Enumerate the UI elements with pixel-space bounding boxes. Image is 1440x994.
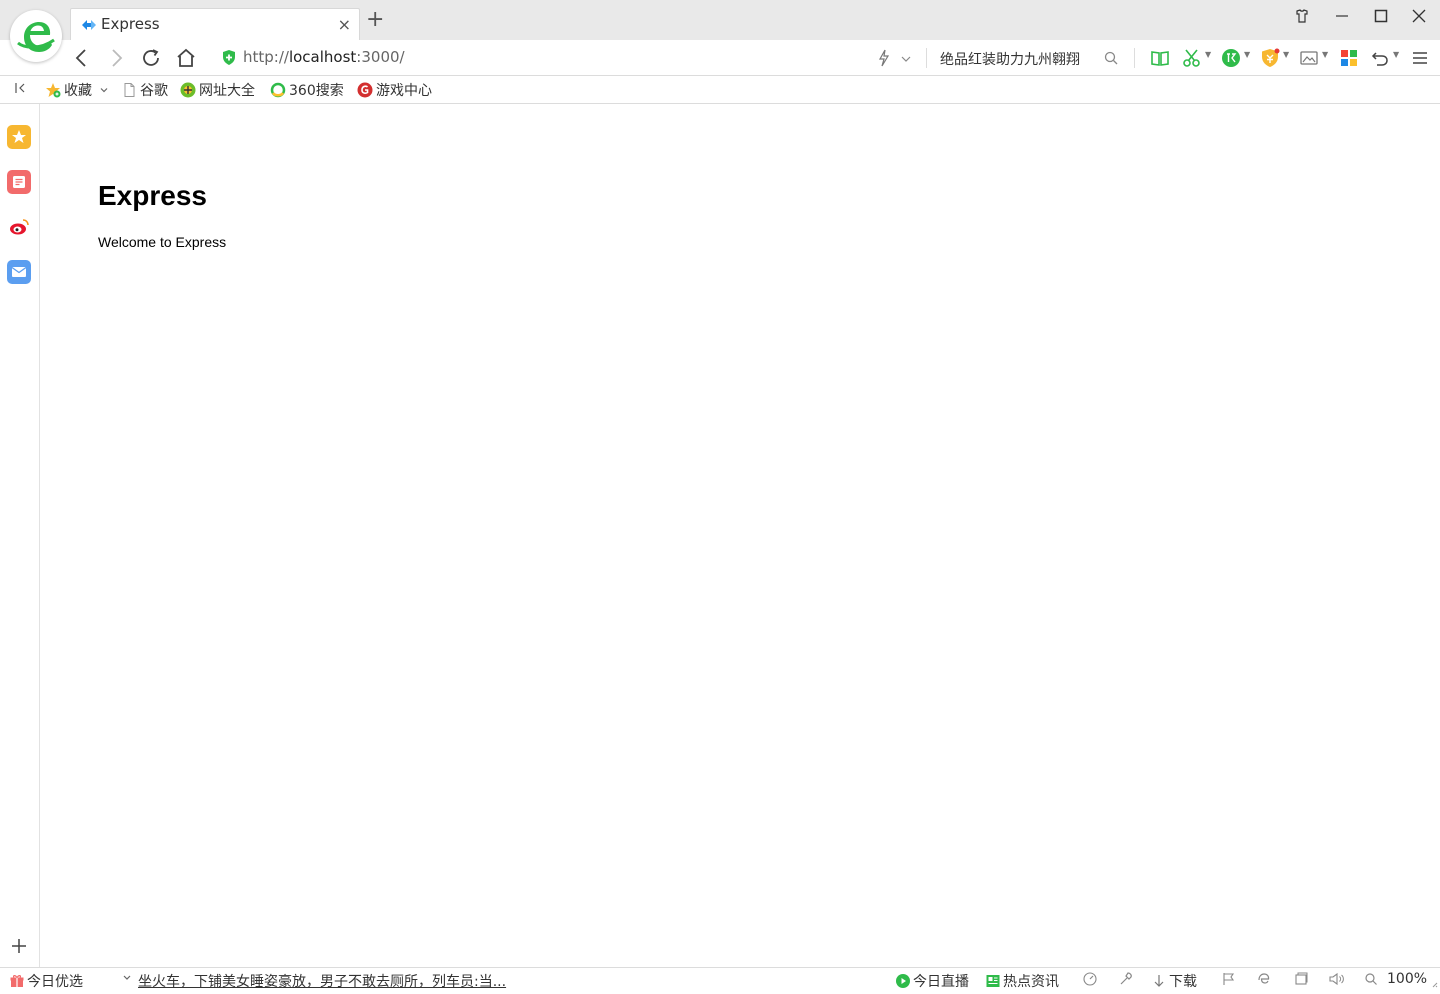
play-icon — [896, 974, 910, 988]
divider — [1134, 48, 1135, 68]
sidebar-news-icon[interactable] — [7, 170, 31, 194]
url-text: http://localhost:3000/ — [243, 48, 405, 66]
maximize-button[interactable] — [1367, 8, 1395, 32]
reading-mode-icon[interactable] — [1150, 48, 1170, 68]
navigation-bar: http://localhost:3000/ 绝品红装助力九州翱翔 ▼ ▼ ▼ … — [0, 40, 1440, 76]
address-bar[interactable]: http://localhost:3000/ — [214, 44, 926, 72]
hao360-icon — [180, 82, 196, 98]
page-welcome-text: Welcome to Express — [98, 234, 227, 250]
forward-button[interactable] — [104, 46, 128, 70]
url-host: localhost — [288, 48, 357, 66]
daily-pick-label: 今日优选 — [27, 974, 83, 990]
secure-shield-icon — [222, 50, 236, 65]
toggle-sidebar-button[interactable] — [12, 80, 28, 100]
news-icon — [986, 974, 1000, 988]
game-center-icon — [357, 82, 373, 98]
page-icon — [121, 82, 137, 98]
bookmark-label: 360搜索 — [289, 83, 344, 99]
page-content: Express Welcome to Express — [40, 104, 1440, 967]
sidebar-add-icon[interactable] — [7, 934, 31, 958]
chevron-down-icon — [101, 88, 108, 93]
menu-icon[interactable] — [1411, 48, 1429, 68]
home-button[interactable] — [174, 46, 198, 70]
tab-title: Express — [101, 15, 160, 33]
reload-button[interactable] — [139, 46, 163, 70]
back-button[interactable] — [70, 46, 94, 70]
translate-icon[interactable] — [1221, 48, 1241, 68]
image-tool-dropdown-icon[interactable]: ▼ — [1322, 50, 1328, 59]
download-button[interactable]: 下载 — [1152, 971, 1197, 991]
live-label: 今日直播 — [913, 974, 969, 990]
bookmark-favorites[interactable]: 收藏 — [45, 80, 109, 100]
news-dropdown-icon[interactable] — [122, 971, 132, 989]
url-dropdown-icon[interactable] — [900, 48, 912, 68]
sound-icon[interactable] — [1328, 971, 1346, 991]
apps-grid-icon[interactable] — [1340, 48, 1358, 68]
bookmark-label: 网址大全 — [199, 83, 255, 99]
tools-icon[interactable] — [1118, 971, 1134, 991]
screenshot-dropdown-icon[interactable]: ▼ — [1205, 50, 1211, 59]
bookmark-so360[interactable]: 360搜索 — [270, 80, 344, 100]
browser-logo-icon[interactable] — [10, 10, 62, 62]
title-bar: Express × + — [0, 0, 1440, 62]
daily-pick-button[interactable]: 今日优选 — [10, 971, 83, 991]
page-heading: Express — [98, 180, 207, 211]
bookmark-favorites-label: 收藏 — [64, 83, 92, 99]
so360-icon — [270, 82, 286, 98]
image-tool-icon[interactable] — [1299, 48, 1319, 68]
sidebar-mail-icon[interactable] — [7, 260, 31, 284]
resize-grip-icon[interactable] — [1430, 978, 1438, 994]
hot-news-label: 热点资讯 — [1003, 974, 1059, 990]
flag-icon[interactable] — [1222, 971, 1236, 991]
zoom-level[interactable]: 100% — [1387, 971, 1427, 987]
search-icon[interactable] — [1103, 48, 1119, 68]
gift-icon — [10, 974, 24, 988]
tab-close-button[interactable]: × — [338, 15, 351, 34]
translate-dropdown-icon[interactable]: ▼ — [1244, 50, 1250, 59]
ie-compat-icon[interactable] — [1256, 971, 1272, 991]
security-shield-icon[interactable] — [1260, 48, 1280, 68]
divider — [926, 48, 927, 68]
bookmark-google[interactable]: 谷歌 — [121, 80, 168, 100]
security-dropdown-icon[interactable]: ▼ — [1283, 50, 1289, 59]
screenshot-icon[interactable] — [1182, 48, 1202, 68]
close-window-button[interactable] — [1405, 8, 1433, 32]
live-button[interactable]: 今日直播 — [896, 971, 969, 991]
download-icon — [1152, 974, 1166, 988]
window-icon[interactable] — [1294, 971, 1308, 991]
star-icon — [45, 82, 61, 98]
url-path: :3000/ — [356, 48, 405, 66]
zoom-icon[interactable] — [1364, 971, 1378, 991]
accelerate-icon[interactable] — [1082, 971, 1098, 991]
download-label: 下载 — [1169, 974, 1197, 990]
side-panel — [0, 104, 40, 967]
search-suggestion-text: 绝品红装助力九州翱翔 — [940, 52, 1080, 68]
search-box[interactable]: 绝品红装助力九州翱翔 — [936, 44, 1122, 72]
status-bar: 今日优选 坐火车，下铺美女睡姿豪放，男子不敢去厕所，列车员:当... 今日直播 … — [0, 967, 1440, 991]
news-headline-link[interactable]: 坐火车，下铺美女睡姿豪放，男子不敢去厕所，列车员:当... — [138, 971, 506, 991]
undo-dropdown-icon[interactable]: ▼ — [1393, 50, 1399, 59]
express-favicon-icon — [81, 17, 97, 33]
bookmarks-bar: 收藏 谷歌 网址大全 360搜索 游戏中心 — [0, 76, 1440, 104]
tab-express[interactable]: Express × — [70, 8, 360, 40]
bookmark-label: 游戏中心 — [376, 83, 432, 99]
hot-news-button[interactable]: 热点资讯 — [986, 971, 1059, 991]
url-scheme: http:// — [243, 48, 289, 66]
sidebar-favorites-icon[interactable] — [7, 125, 31, 149]
undo-icon[interactable] — [1370, 48, 1390, 68]
minimize-button[interactable] — [1328, 8, 1356, 32]
new-tab-button[interactable]: + — [366, 9, 384, 31]
sidebar-weibo-icon[interactable] — [7, 215, 31, 239]
bookmark-games[interactable]: 游戏中心 — [357, 80, 432, 100]
bookmark-hao360[interactable]: 网址大全 — [180, 80, 255, 100]
skin-icon[interactable] — [1288, 8, 1316, 32]
speed-mode-icon[interactable] — [876, 48, 892, 68]
bookmark-label: 谷歌 — [140, 83, 168, 99]
